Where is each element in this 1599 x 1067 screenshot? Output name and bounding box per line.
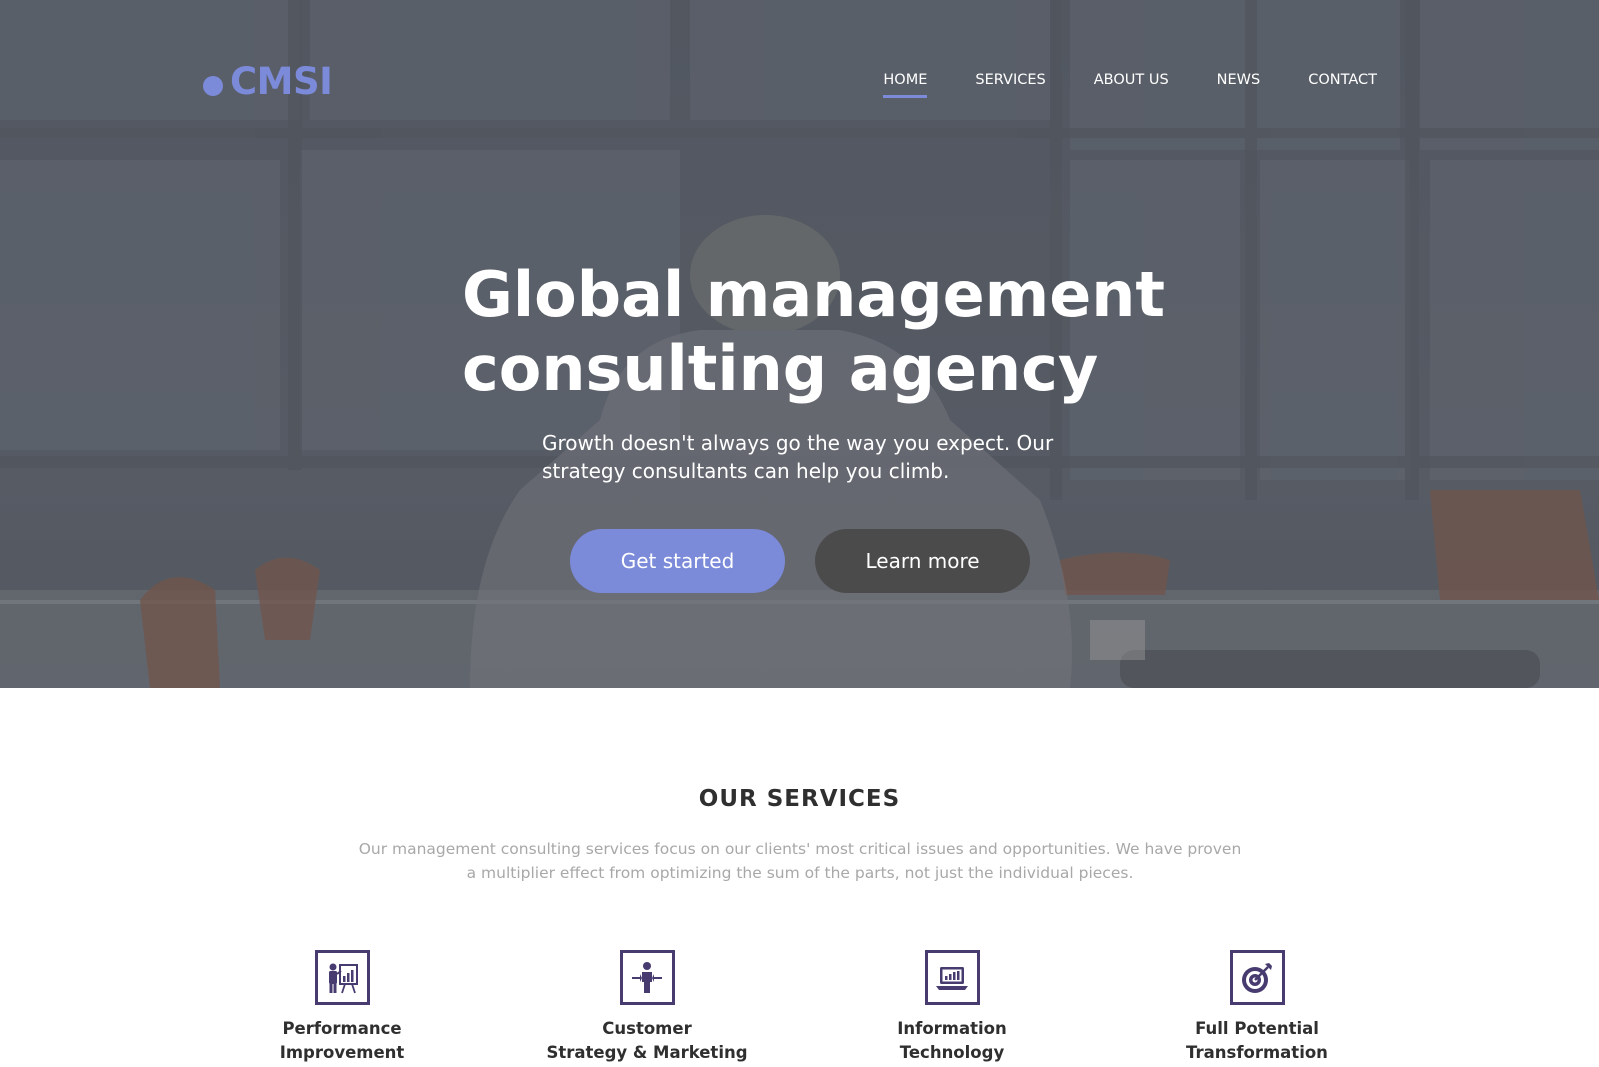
service-label: Customer Strategy & Marketing <box>546 1017 747 1065</box>
nav-item-services[interactable]: SERVICES <box>975 72 1045 88</box>
service-label-line-1: Customer <box>602 1019 692 1038</box>
service-label-line-2: Improvement <box>279 1043 405 1062</box>
service-label: Performance Improvement <box>280 1017 405 1065</box>
learn-more-button[interactable]: Learn more <box>815 529 1030 593</box>
hero-title-line-1: Global management <box>462 258 1166 331</box>
services-description-line-2: a multiplier effect from optimizing the … <box>466 864 1134 882</box>
laptop-chart-icon <box>924 950 980 1005</box>
nav-item-news[interactable]: NEWS <box>1217 72 1261 88</box>
hero-title-line-2: consulting agency <box>462 332 1099 405</box>
brand-name: CMSI <box>230 60 333 103</box>
service-full-potential-transformation[interactable]: Full Potential Transformation <box>1117 950 1397 1065</box>
nav-item-home[interactable]: HOME <box>883 72 928 98</box>
service-label-line-2: Transformation <box>1186 1043 1328 1062</box>
service-label-line-2: Technology <box>899 1043 1005 1062</box>
services-description-line-1: Our management consulting services focus… <box>358 840 1242 858</box>
service-label-line-2: Strategy & Marketing <box>546 1043 748 1062</box>
service-performance-improvement[interactable]: Performance Improvement <box>202 950 482 1065</box>
hero-section: CMSI HOME SERVICES ABOUT US NEWS CONTACT… <box>0 0 1599 688</box>
nav-item-contact[interactable]: CONTACT <box>1308 72 1377 88</box>
service-information-technology[interactable]: Information Technology <box>812 950 1092 1065</box>
services-description: Our management consulting services focus… <box>330 837 1270 885</box>
service-label: Full Potential Transformation <box>1186 1017 1328 1065</box>
presentation-icon <box>314 950 370 1005</box>
service-label-line-1: Information <box>897 1019 1007 1038</box>
service-customer-strategy[interactable]: Customer Strategy & Marketing <box>507 950 787 1065</box>
service-label: Information Technology <box>897 1017 1007 1065</box>
service-label-line-1: Performance <box>282 1019 402 1038</box>
nav-item-about-us[interactable]: ABOUT US <box>1094 72 1169 88</box>
hero-subtitle-line-2: strategy consultants can help you climb. <box>542 459 950 483</box>
hero-subtitle: Growth doesn't always go the way you exp… <box>542 429 1102 485</box>
hero-title: Global management consulting agency <box>462 258 1182 406</box>
brand-logo[interactable]: CMSI <box>203 60 333 103</box>
service-label-line-1: Full Potential <box>1195 1019 1319 1038</box>
hero-subtitle-line-1: Growth doesn't always go the way you exp… <box>542 431 1054 455</box>
services-title: OUR SERVICES <box>698 786 901 812</box>
main-nav: HOME SERVICES ABOUT US NEWS CONTACT <box>835 72 1377 98</box>
target-icon <box>1229 950 1285 1005</box>
logo-dot-icon <box>203 75 223 96</box>
person-arrows-icon <box>619 950 675 1005</box>
get-started-button[interactable]: Get started <box>570 529 785 593</box>
